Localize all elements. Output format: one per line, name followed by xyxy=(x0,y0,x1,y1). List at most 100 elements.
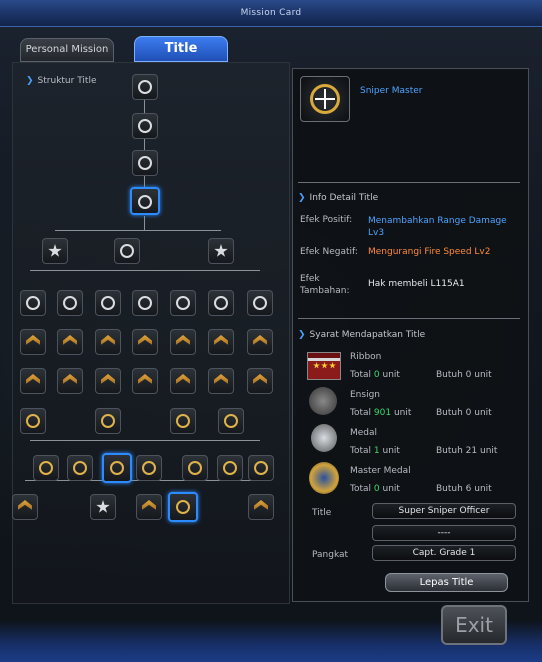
title-node[interactable] xyxy=(136,494,162,520)
pangkat-label: Pangkat xyxy=(312,550,349,560)
rank-double-chevron-icon xyxy=(138,374,152,384)
grenade-icon xyxy=(253,296,267,310)
title-node[interactable] xyxy=(57,329,83,355)
tree-heading-label: Struktur Title xyxy=(37,76,97,86)
tree-heading: ❯ Struktur Title xyxy=(26,76,97,86)
star-icon xyxy=(313,362,320,369)
title-node[interactable] xyxy=(57,290,83,316)
chevron-right-icon: ❯ xyxy=(298,193,306,203)
title-node[interactable] xyxy=(132,368,158,394)
title-node[interactable] xyxy=(20,290,46,316)
rank-chevron-icon xyxy=(176,335,190,345)
title-node[interactable] xyxy=(217,455,243,481)
title-node[interactable] xyxy=(170,408,196,434)
title-node[interactable] xyxy=(42,238,68,264)
star-icon xyxy=(214,244,228,257)
sniper-master-badge xyxy=(300,76,350,122)
bullet-icon xyxy=(26,296,40,310)
star-icon xyxy=(321,362,328,369)
title-node[interactable] xyxy=(20,408,46,434)
title-node[interactable] xyxy=(170,290,196,316)
title-node[interactable] xyxy=(132,74,158,100)
title-node[interactable] xyxy=(248,455,274,481)
divider xyxy=(298,182,520,183)
title-node[interactable] xyxy=(20,368,46,394)
title-node[interactable] xyxy=(90,494,116,520)
ammo-icon xyxy=(176,296,190,310)
pangkat-field: Capt. Grade 1 xyxy=(372,545,516,561)
rank-chevron-icon xyxy=(253,335,267,345)
rifle-emblem-icon xyxy=(18,500,32,510)
info-heading-label: Info Detail Title xyxy=(309,193,379,203)
unit-label: unit xyxy=(393,408,412,418)
title-node-selected[interactable] xyxy=(130,187,160,215)
title-node-selected[interactable] xyxy=(102,453,132,483)
lepas-title-button[interactable]: Lepas Title xyxy=(385,573,508,592)
info-heading: ❯ Info Detail Title xyxy=(298,193,378,203)
title-node[interactable] xyxy=(218,408,244,434)
pistol-icon xyxy=(142,461,156,475)
ensign-icon xyxy=(309,387,337,415)
title-node[interactable] xyxy=(12,494,38,520)
title-node[interactable] xyxy=(95,408,121,434)
master-medal-icon xyxy=(309,462,339,494)
syarat-heading-label: Syarat Mendapatkan Title xyxy=(309,330,426,340)
title-node[interactable] xyxy=(136,455,162,481)
title-node[interactable] xyxy=(208,368,234,394)
tab-title[interactable]: Title xyxy=(134,36,228,62)
title-node[interactable] xyxy=(57,368,83,394)
crosshair-icon xyxy=(101,296,115,310)
total-count: 0 xyxy=(373,484,380,494)
rank-chevron-icon xyxy=(101,335,115,345)
title-node[interactable] xyxy=(20,329,46,355)
rank-chevron-icon xyxy=(138,335,152,345)
title-node[interactable] xyxy=(208,329,234,355)
title-node[interactable] xyxy=(170,329,196,355)
crosshair-icon xyxy=(110,461,124,475)
title-node[interactable] xyxy=(208,238,234,264)
rank-chevron-icon xyxy=(26,335,40,345)
title-node-selected[interactable] xyxy=(168,492,198,522)
efek-positif-label: Efek Positif: xyxy=(300,215,353,225)
title-node[interactable] xyxy=(247,290,273,316)
title-node[interactable] xyxy=(95,329,121,355)
title-node[interactable] xyxy=(67,455,93,481)
title-node[interactable] xyxy=(132,113,158,139)
unit-label: unit xyxy=(382,446,400,456)
title-node[interactable] xyxy=(248,494,274,520)
req-medal-name: Medal xyxy=(350,428,378,438)
exit-button[interactable]: Exit xyxy=(441,605,507,645)
unit-label: unit xyxy=(382,484,400,494)
crosshair-line xyxy=(315,98,335,100)
unit-label: unit xyxy=(382,370,400,380)
circle-icon xyxy=(138,80,152,94)
title-node[interactable] xyxy=(170,368,196,394)
tree-connector xyxy=(30,440,260,441)
title-node[interactable] xyxy=(132,329,158,355)
efek-tambahan-value: Hak membeli L115A1 xyxy=(368,279,465,289)
title-node[interactable] xyxy=(95,368,121,394)
title-node[interactable] xyxy=(95,290,121,316)
grenade-icon xyxy=(254,461,268,475)
tree-connector xyxy=(144,216,145,231)
ammo-icon xyxy=(188,461,202,475)
star-emblem-icon xyxy=(96,500,110,513)
title-node[interactable] xyxy=(182,455,208,481)
tab-personal-mission[interactable]: Personal Mission xyxy=(20,38,114,62)
tree-connector xyxy=(55,230,221,231)
circle-icon xyxy=(120,244,134,258)
title-node[interactable] xyxy=(132,150,158,176)
title-node[interactable] xyxy=(132,290,158,316)
knife-icon xyxy=(73,461,87,475)
title-name: Sniper Master xyxy=(360,86,423,96)
req-medal-butuh: Butuh 21 unit xyxy=(436,446,498,456)
req-ribbon-butuh: Butuh 0 unit xyxy=(436,370,492,380)
title-node[interactable] xyxy=(247,368,273,394)
title-node[interactable] xyxy=(247,329,273,355)
circle-icon xyxy=(138,156,152,170)
title-node[interactable] xyxy=(33,455,59,481)
title-node[interactable] xyxy=(208,290,234,316)
title-node[interactable] xyxy=(114,238,140,264)
window-title: Mission Card xyxy=(240,8,302,18)
total-label: Total xyxy=(350,484,372,494)
